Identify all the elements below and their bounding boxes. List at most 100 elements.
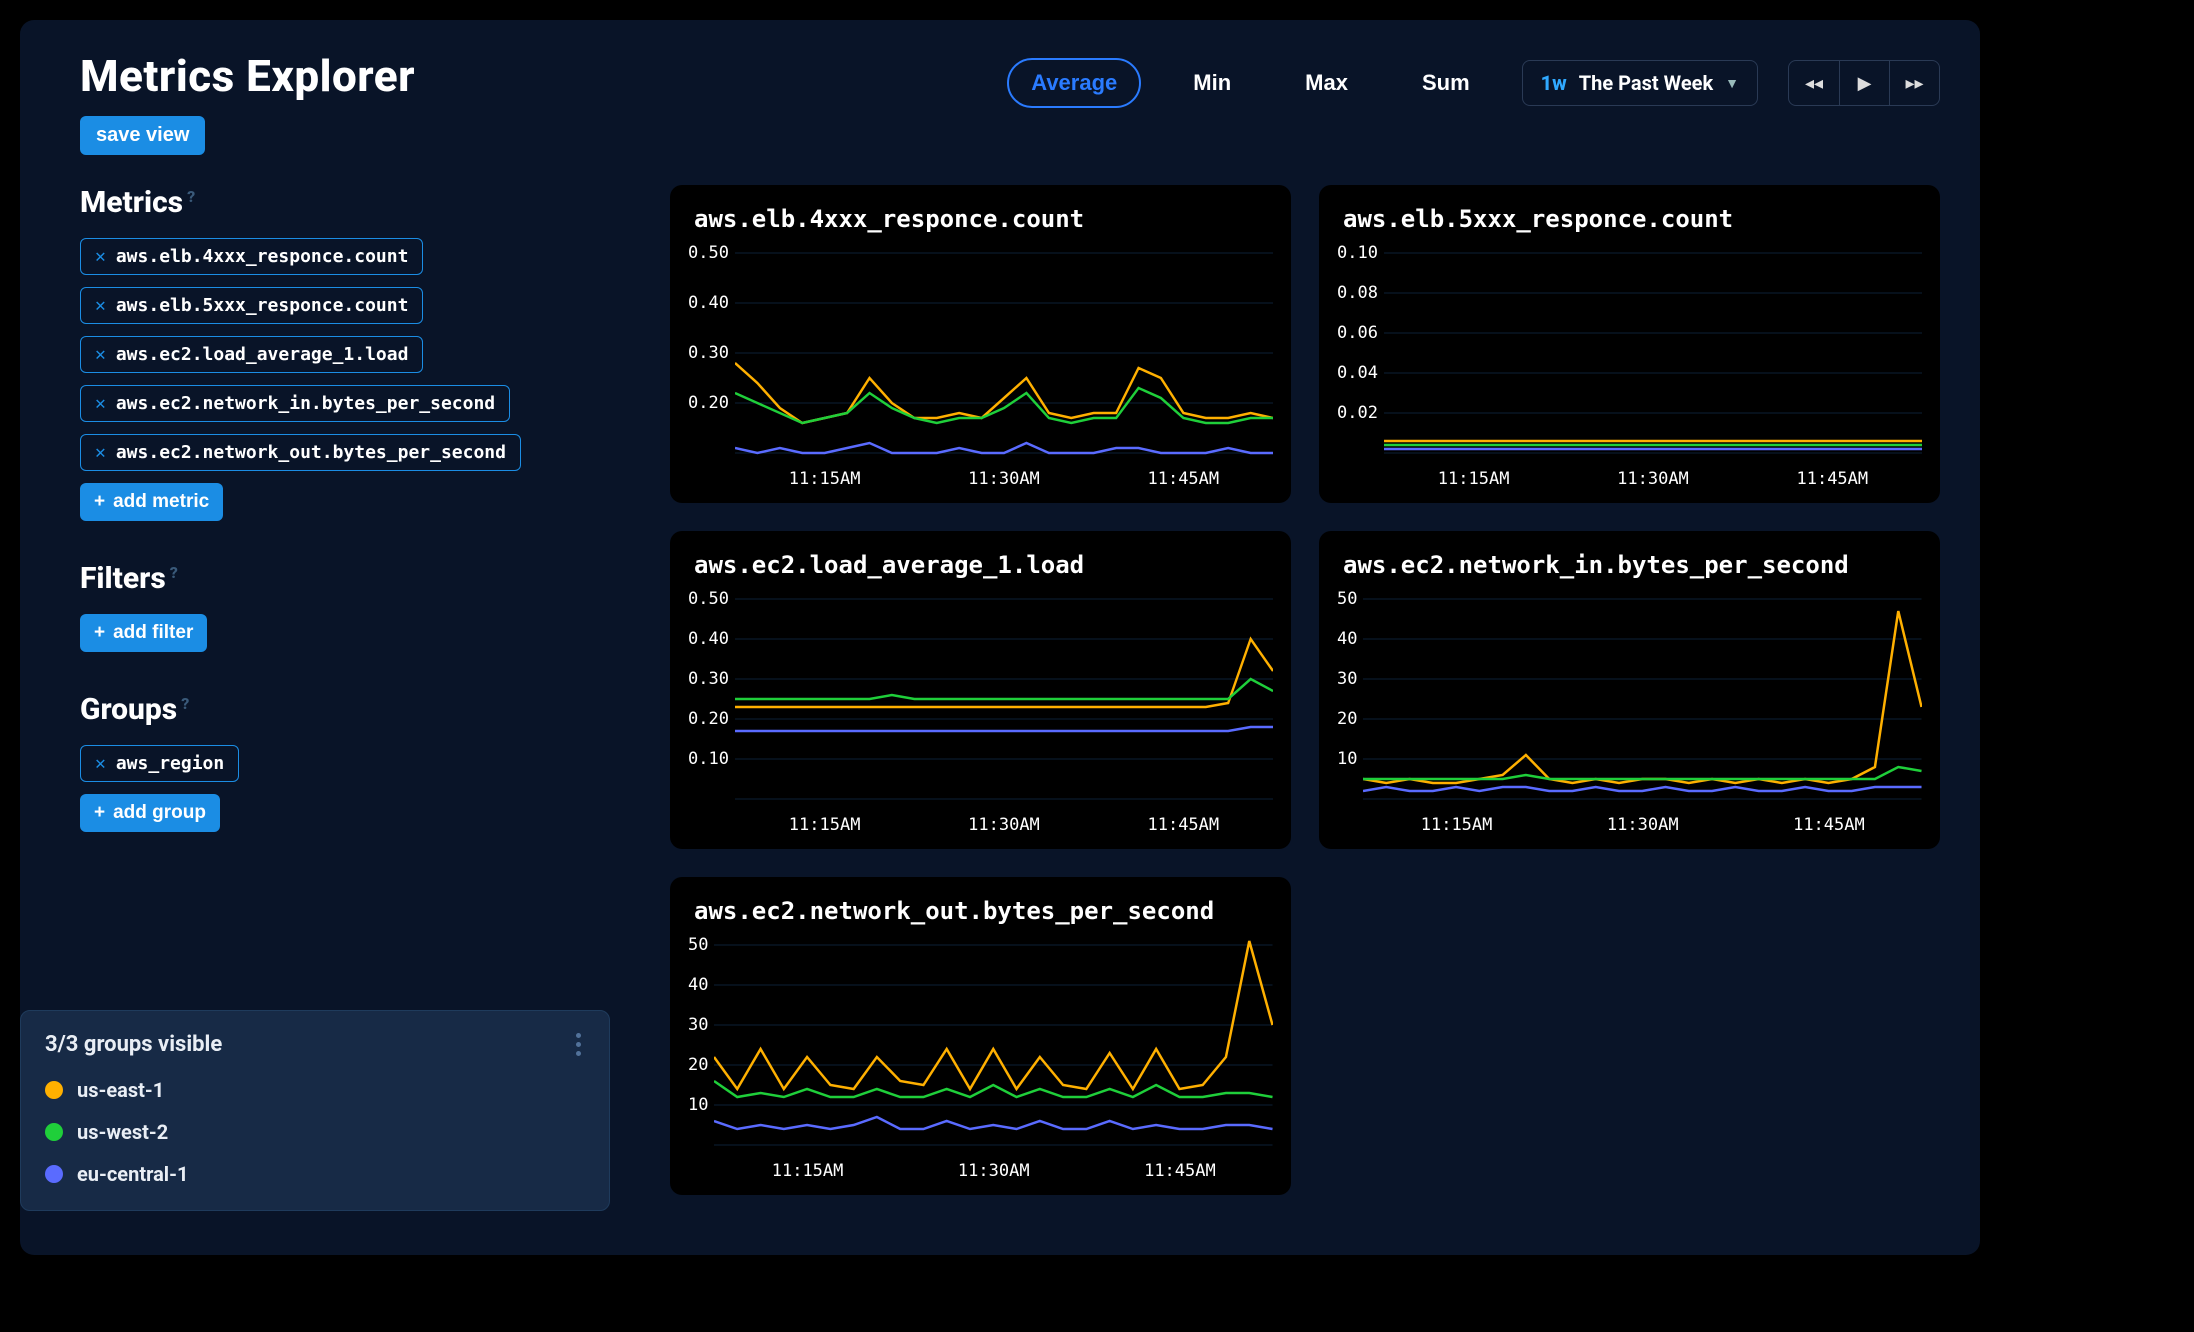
y-axis: 50403020100 xyxy=(1337,589,1363,809)
y-tick: 0.40 xyxy=(688,629,729,649)
chart-card-loadavg[interactable]: aws.ec2.load_average_1.load 0.500.400.30… xyxy=(670,531,1291,849)
remove-icon[interactable]: ✕ xyxy=(95,753,106,774)
y-tick: 40 xyxy=(688,975,708,995)
metrics-chip-list: ✕aws.elb.4xxx_responce.count ✕aws.elb.5x… xyxy=(80,238,620,521)
remove-icon[interactable]: ✕ xyxy=(95,344,106,365)
chart-svg xyxy=(714,935,1273,1155)
metric-chip[interactable]: ✕aws.elb.4xxx_responce.count xyxy=(80,238,423,275)
legend-swatch-icon xyxy=(45,1081,63,1099)
series-eu-central-1 xyxy=(735,727,1273,731)
legend-item[interactable]: us-west-2 xyxy=(45,1120,585,1144)
legend-title: 3/3 groups visible xyxy=(45,1032,222,1057)
remove-icon[interactable]: ✕ xyxy=(95,295,106,316)
help-icon[interactable]: ? xyxy=(181,694,189,713)
aggregation-average[interactable]: Average xyxy=(1007,58,1141,108)
plot-area: 11:15AM11:30AM11:45AM xyxy=(735,243,1273,489)
y-tick: 0.40 xyxy=(688,293,729,313)
chart-body: 50403020100 11:15AM11:30AM11:45AM xyxy=(688,935,1273,1181)
series-us-east-1 xyxy=(714,941,1273,1089)
kebab-menu-icon[interactable] xyxy=(572,1029,585,1060)
x-tick: 11:45AM xyxy=(1147,469,1219,489)
y-tick: 50 xyxy=(1337,589,1357,609)
groups-section: Groups ? ✕ aws_region +add group xyxy=(80,692,620,832)
plus-icon: + xyxy=(94,622,105,644)
groups-title-text: Groups xyxy=(80,692,177,727)
legend-item[interactable]: us-east-1 xyxy=(45,1078,585,1102)
y-tick: 0.04 xyxy=(1337,363,1378,383)
nav-next-fast-button[interactable]: ▸▸ xyxy=(1889,61,1939,105)
add-metric-label: add metric xyxy=(113,491,209,513)
aggregation-min[interactable]: Min xyxy=(1171,60,1253,106)
nav-play-button[interactable]: ▶ xyxy=(1839,61,1889,105)
series-us-west-2 xyxy=(1363,767,1922,779)
chart-body: 0.100.080.060.040.020 11:15AM11:30AM11:4… xyxy=(1337,243,1922,489)
metric-chip[interactable]: ✕aws.ec2.network_in.bytes_per_second xyxy=(80,385,510,422)
filters-title: Filters ? xyxy=(80,561,620,596)
series-us-east-1 xyxy=(735,363,1273,423)
time-range-short: 1w xyxy=(1541,71,1567,95)
x-tick: 11:30AM xyxy=(1607,815,1679,835)
remove-icon[interactable]: ✕ xyxy=(95,246,106,267)
x-tick: 11:15AM xyxy=(1438,469,1510,489)
help-icon[interactable]: ? xyxy=(187,187,195,206)
rewind-icon: ◂◂ xyxy=(1805,73,1823,94)
x-tick: 11:45AM xyxy=(1144,1161,1216,1181)
filters-title-text: Filters xyxy=(80,561,166,596)
x-tick: 11:30AM xyxy=(958,1161,1030,1181)
legend-list: us-east-1 us-west-2 eu-central-1 xyxy=(45,1078,585,1186)
x-tick: 11:15AM xyxy=(789,469,861,489)
chart-svg xyxy=(735,243,1273,463)
chart-svg xyxy=(1384,243,1922,463)
chart-title: aws.elb.5xxx_responce.count xyxy=(1343,205,1922,233)
aggregation-max[interactable]: Max xyxy=(1283,60,1370,106)
remove-icon[interactable]: ✕ xyxy=(95,393,106,414)
y-tick: 50 xyxy=(688,935,708,955)
y-tick: 10 xyxy=(688,1095,708,1115)
plot-area: 11:15AM11:30AM11:45AM xyxy=(1384,243,1922,489)
chart-svg xyxy=(1363,589,1922,809)
filters-chip-list: + add filter xyxy=(80,614,620,652)
metric-chip[interactable]: ✕aws.ec2.load_average_1.load xyxy=(80,336,423,373)
filters-section: Filters ? + add filter xyxy=(80,561,620,652)
y-tick: 0.20 xyxy=(688,393,729,413)
add-metric-button[interactable]: +add metric xyxy=(80,483,223,521)
x-tick: 11:45AM xyxy=(1793,815,1865,835)
y-tick: 0.30 xyxy=(688,343,729,363)
y-tick: 0.20 xyxy=(688,709,729,729)
chart-card-netout[interactable]: aws.ec2.network_out.bytes_per_second 504… xyxy=(670,877,1291,1195)
plot-area: 11:15AM 11:30AM 11:45AM xyxy=(1363,589,1922,835)
y-axis: 50403020100 xyxy=(688,935,714,1155)
save-view-button[interactable]: save view xyxy=(80,116,205,155)
legend-item[interactable]: eu-central-1 xyxy=(45,1162,585,1186)
series-eu-central-1 xyxy=(714,1117,1273,1129)
chart-card-netin[interactable]: aws.ec2.network_in.bytes_per_second 5040… xyxy=(1319,531,1940,849)
group-chip[interactable]: ✕ aws_region xyxy=(80,745,239,782)
aggregation-sum[interactable]: Sum xyxy=(1400,60,1492,106)
add-group-button[interactable]: +add group xyxy=(80,794,220,832)
y-tick: 20 xyxy=(1337,709,1357,729)
help-icon[interactable]: ? xyxy=(170,563,178,582)
add-filter-button[interactable]: + add filter xyxy=(80,614,207,652)
x-axis: 11:15AM11:30AM11:45AM xyxy=(714,1161,1273,1181)
y-tick: 0.50 xyxy=(688,589,729,609)
chart-card-elb5xxx[interactable]: aws.elb.5xxx_responce.count 0.100.080.06… xyxy=(1319,185,1940,503)
remove-icon[interactable]: ✕ xyxy=(95,442,106,463)
x-axis: 11:15AM11:30AM11:45AM xyxy=(735,815,1273,835)
chart-body: 0.500.400.300.200.10 11:15AM11:30AM11:45… xyxy=(688,243,1273,489)
header: Metrics Explorer save view Average Min M… xyxy=(80,50,1940,155)
x-tick: 11:15AM xyxy=(1421,815,1493,835)
add-filter-label: add filter xyxy=(113,622,193,644)
x-axis: 11:15AM11:30AM11:45AM xyxy=(1384,469,1922,489)
time-nav-group: ◂◂ ▶ ▸▸ xyxy=(1788,60,1940,106)
time-range-picker[interactable]: 1w The Past Week ▼ xyxy=(1522,60,1758,106)
group-chip-label: aws_region xyxy=(116,753,224,774)
chart-body: 50403020100 11:15AM 11:30AM 11:45AM xyxy=(1337,589,1922,835)
plot-area: 11:15AM11:30AM11:45AM xyxy=(714,935,1273,1181)
chart-card-elb4xxx[interactable]: aws.elb.4xxx_responce.count 0.500.400.30… xyxy=(670,185,1291,503)
legend-swatch-icon xyxy=(45,1165,63,1183)
metric-chip[interactable]: ✕aws.elb.5xxx_responce.count xyxy=(80,287,423,324)
series-us-east-1 xyxy=(735,639,1273,707)
nav-prev-fast-button[interactable]: ◂◂ xyxy=(1789,61,1839,105)
metric-chip[interactable]: ✕aws.ec2.network_out.bytes_per_second xyxy=(80,434,521,471)
page-title: Metrics Explorer xyxy=(80,50,415,102)
